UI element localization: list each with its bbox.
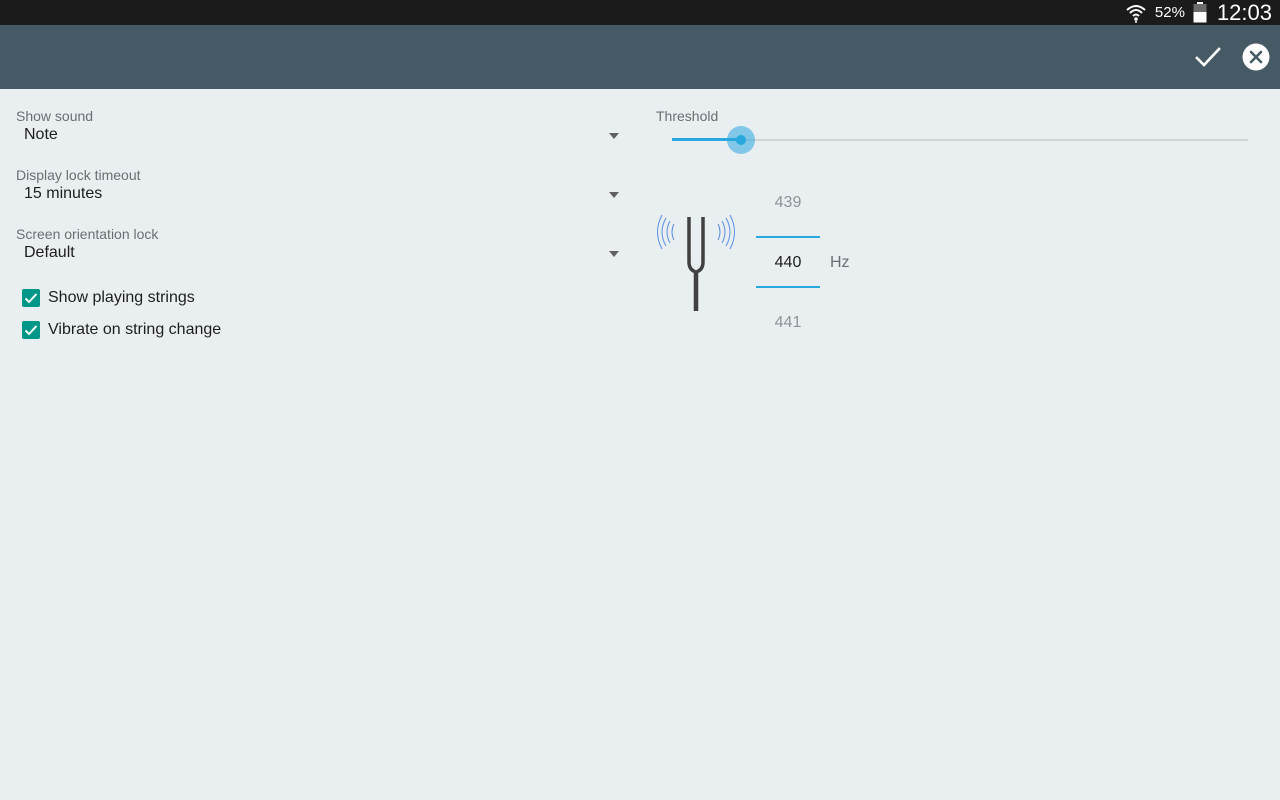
status-bar: 52% 12:03: [0, 0, 1280, 25]
action-bar: [0, 25, 1280, 89]
wifi-icon: [1126, 4, 1146, 23]
screen-orientation-lock-spinner[interactable]: Default: [16, 240, 622, 268]
battery-percentage: 52%: [1154, 4, 1185, 21]
display-lock-timeout-value: 15 minutes: [24, 185, 103, 202]
battery-icon: [1193, 2, 1207, 23]
frequency-unit-label: Hz: [830, 254, 850, 271]
frequency-current[interactable]: 440: [756, 254, 820, 272]
show-playing-strings-row[interactable]: Show playing strings: [22, 286, 195, 310]
frequency-previous[interactable]: 439: [756, 194, 820, 212]
vibrate-on-string-change-row[interactable]: Vibrate on string change: [22, 318, 221, 342]
display-lock-timeout-spinner[interactable]: 15 minutes: [16, 181, 622, 209]
show-playing-strings-label: Show playing strings: [48, 289, 195, 306]
dropdown-arrow-icon: [609, 133, 619, 139]
status-icons: 52% 12:03: [1125, 0, 1272, 25]
dropdown-arrow-icon: [609, 192, 619, 198]
show-sound-value: Note: [24, 126, 58, 143]
close-button[interactable]: [1232, 25, 1280, 89]
status-clock: 12:03: [1216, 0, 1272, 25]
checkmark-icon: [24, 325, 38, 336]
tuning-fork-icon: [657, 214, 735, 311]
confirm-button[interactable]: [1184, 25, 1232, 89]
checkmark-icon: [1195, 47, 1221, 67]
frequency-next[interactable]: 441: [756, 314, 820, 332]
dropdown-arrow-icon: [609, 251, 619, 257]
screen-orientation-lock-value: Default: [24, 244, 75, 261]
checkmark-icon: [24, 293, 38, 304]
show-sound-spinner[interactable]: Note: [16, 122, 622, 150]
show-playing-strings-checkbox[interactable]: [22, 289, 40, 307]
close-circle-icon: [1242, 43, 1270, 71]
vibrate-on-string-change-label: Vibrate on string change: [48, 321, 222, 338]
threshold-label: Threshold: [656, 108, 719, 124]
threshold-slider[interactable]: [672, 124, 1248, 156]
picker-divider-top: [756, 236, 820, 238]
slider-track: [672, 139, 1248, 141]
picker-divider-bottom: [756, 286, 820, 288]
vibrate-on-string-change-checkbox[interactable]: [22, 321, 40, 339]
frequency-picker[interactable]: 439 440 441: [756, 180, 820, 350]
